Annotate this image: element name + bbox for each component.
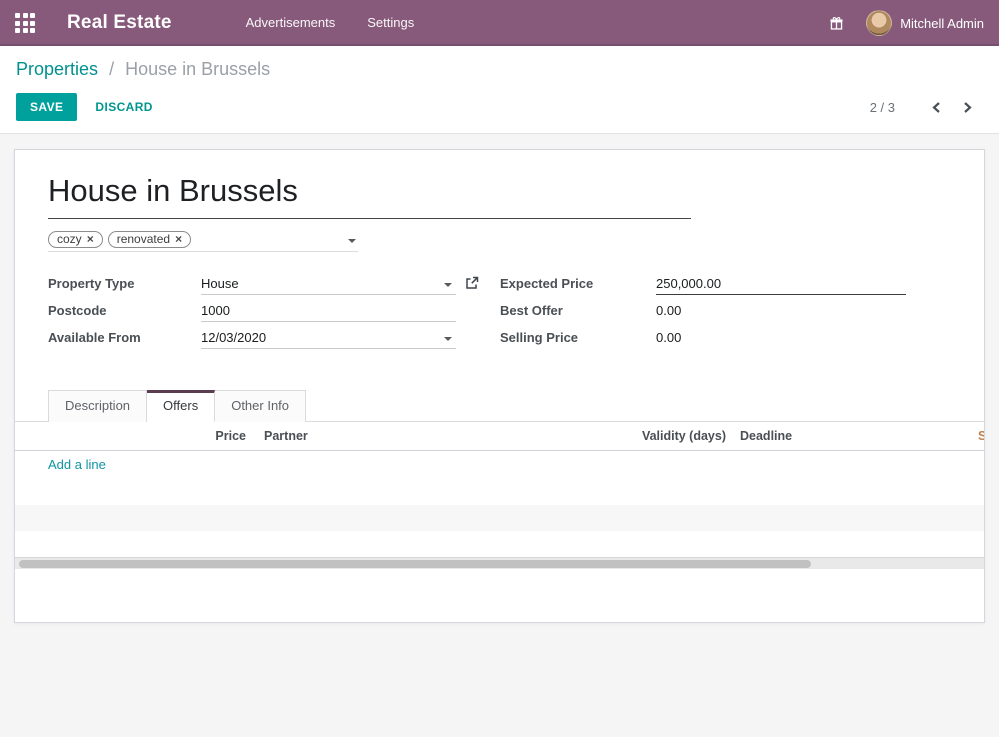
offers-list-header: Price Partner Validity (days) Deadline S	[15, 422, 984, 451]
menu-advertisements[interactable]: Advertisements	[230, 0, 352, 46]
column-header-status-clipped: S	[896, 429, 984, 443]
tab-other-info[interactable]: Other Info	[215, 390, 306, 422]
tag-cozy: cozy ×	[48, 231, 103, 248]
offers-list: Price Partner Validity (days) Deadline S…	[15, 422, 984, 557]
postcode-value: 1000	[201, 303, 230, 318]
pager-value: 2 / 3	[870, 100, 895, 115]
apps-menu-icon[interactable]	[15, 13, 35, 33]
pager: 2 / 3	[870, 99, 983, 116]
available-from-value: 12/03/2020	[201, 330, 266, 345]
menu-settings[interactable]: Settings	[351, 0, 430, 46]
field-label-available-from: Available From	[48, 328, 201, 345]
column-header-deadline[interactable]: Deadline	[726, 429, 896, 443]
external-link-icon[interactable]	[465, 276, 479, 290]
add-line-row: Add a line	[15, 451, 984, 479]
field-label-postcode: Postcode	[48, 301, 201, 318]
dropdown-caret-icon[interactable]	[348, 239, 356, 243]
empty-row	[15, 505, 984, 531]
add-a-line-link[interactable]: Add a line	[48, 457, 106, 472]
discard-button[interactable]: DISCARD	[95, 100, 152, 114]
app-name[interactable]: Real Estate	[67, 12, 172, 34]
breadcrumb-properties[interactable]: Properties	[16, 59, 98, 79]
right-column: Expected Price 250,000.00 Best Offer 0.0…	[500, 274, 951, 355]
dropdown-caret-icon[interactable]	[444, 337, 452, 341]
tab-description[interactable]: Description	[48, 390, 147, 422]
remove-tag-icon[interactable]: ×	[175, 232, 182, 246]
top-navbar: Real Estate Advertisements Settings Mitc…	[0, 0, 999, 46]
field-label-selling-price: Selling Price	[500, 328, 656, 345]
field-label-property-type: Property Type	[48, 274, 201, 291]
property-name-input[interactable]: House in Brussels	[48, 172, 691, 219]
available-from-field[interactable]: 12/03/2020	[201, 328, 456, 349]
breadcrumb: Properties / House in Brussels	[16, 59, 983, 80]
form-sheet: House in Brussels cozy × renovated × Pro…	[14, 149, 985, 623]
left-column: Property Type House Postcode	[48, 274, 468, 355]
horizontal-scrollbar	[15, 557, 984, 569]
dropdown-caret-icon[interactable]	[444, 283, 452, 287]
property-type-field[interactable]: House	[201, 274, 456, 295]
best-offer-value: 0.00	[656, 301, 951, 321]
column-header-price[interactable]: Price	[15, 429, 246, 443]
empty-row	[15, 531, 984, 557]
content-area: House in Brussels cozy × renovated × Pro…	[0, 134, 999, 623]
user-menu[interactable]: Mitchell Admin	[900, 16, 984, 31]
postcode-field[interactable]: 1000	[201, 301, 456, 322]
selling-price-value: 0.00	[656, 328, 951, 348]
column-header-partner[interactable]: Partner	[246, 429, 641, 443]
field-grid: Property Type House Postcode	[48, 274, 951, 355]
empty-row	[15, 479, 984, 505]
sheet-bottom	[48, 569, 951, 619]
column-header-validity[interactable]: Validity (days)	[641, 429, 726, 443]
field-label-expected-price: Expected Price	[500, 274, 656, 291]
remove-tag-icon[interactable]: ×	[87, 232, 94, 246]
property-type-value: House	[201, 276, 239, 291]
gift-icon[interactable]	[829, 16, 844, 31]
scrollbar-thumb[interactable]	[19, 560, 811, 568]
tab-offers[interactable]: Offers	[147, 390, 215, 422]
notebook-tabs: Description Offers Other Info	[15, 390, 984, 422]
tags-field[interactable]: cozy × renovated ×	[48, 231, 358, 252]
tag-label: renovated	[117, 232, 170, 246]
chevron-right-icon[interactable]	[952, 99, 983, 116]
chevron-left-icon[interactable]	[921, 99, 952, 116]
tag-label: cozy	[57, 232, 82, 246]
control-panel: Properties / House in Brussels SAVE DISC…	[0, 46, 999, 134]
breadcrumb-current: House in Brussels	[125, 59, 270, 79]
breadcrumb-separator: /	[103, 59, 120, 79]
save-button[interactable]: SAVE	[16, 93, 77, 121]
field-label-best-offer: Best Offer	[500, 301, 656, 318]
expected-price-field[interactable]: 250,000.00	[656, 274, 906, 295]
clipped-header-text: S	[978, 429, 984, 443]
tag-renovated: renovated ×	[108, 231, 191, 248]
avatar[interactable]	[866, 10, 892, 36]
